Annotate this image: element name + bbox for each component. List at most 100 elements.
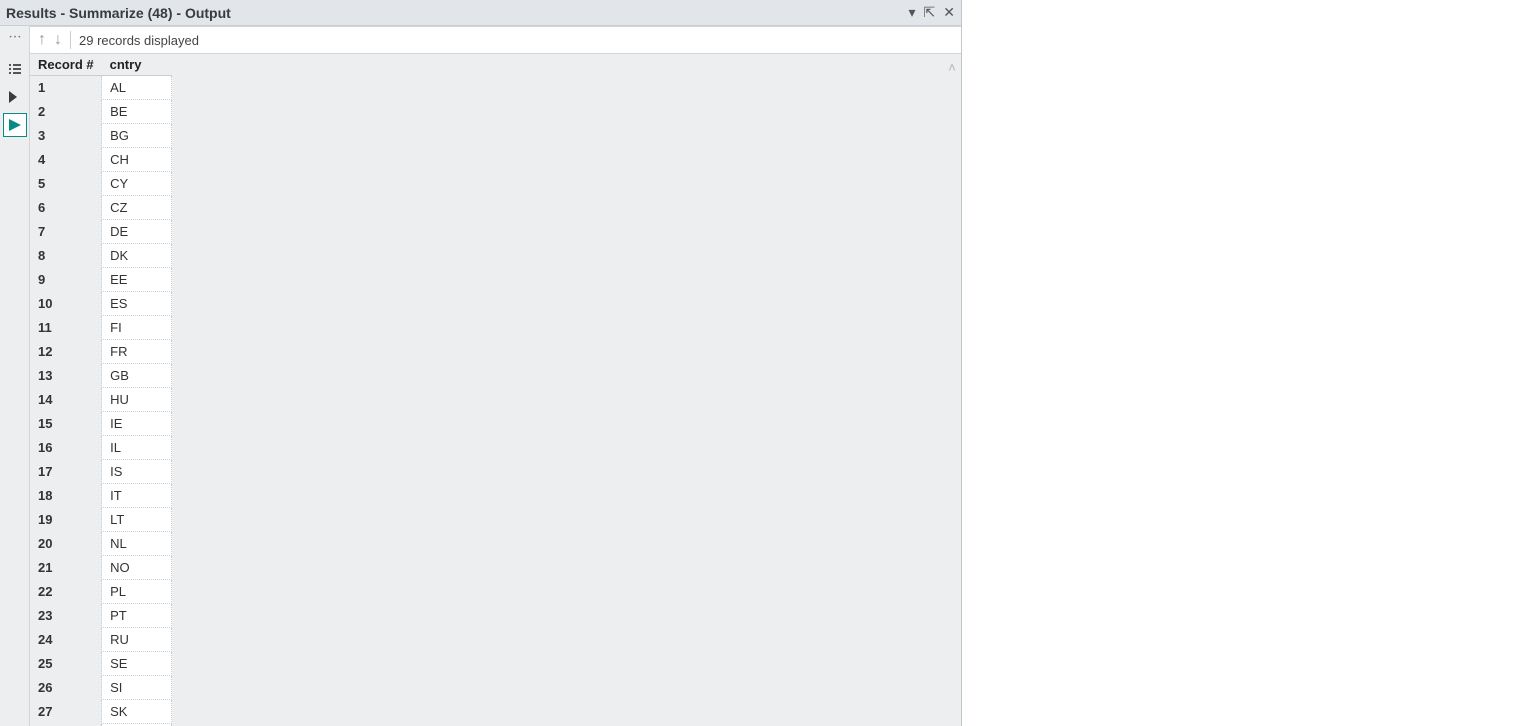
record-number-cell: 6 (30, 196, 102, 220)
cntry-cell[interactable]: NO (102, 556, 172, 580)
record-number-cell: 4 (30, 148, 102, 172)
panel-pin-icon[interactable]: ⇱ (924, 4, 936, 21)
cntry-cell[interactable]: IE (102, 412, 172, 436)
cntry-cell[interactable]: BE (102, 100, 172, 124)
workflow-canvas[interactable]: ESS6e02_1.sav (962, 0, 1529, 726)
table-row[interactable]: 18IT (30, 484, 172, 508)
results-panel: Results - Summarize (48) - Output ▾ ⇱ ✕ … (0, 0, 962, 726)
cntry-cell[interactable]: BG (102, 124, 172, 148)
cntry-cell[interactable]: FI (102, 316, 172, 340)
record-number-cell: 19 (30, 508, 102, 532)
record-number-cell: 3 (30, 124, 102, 148)
table-row[interactable]: 24RU (30, 628, 172, 652)
cntry-cell[interactable]: LT (102, 508, 172, 532)
record-number-cell: 12 (30, 340, 102, 364)
cntry-cell[interactable]: CY (102, 172, 172, 196)
cntry-cell[interactable]: AL (102, 76, 172, 100)
record-number-cell: 17 (30, 460, 102, 484)
table-row[interactable]: 21NO (30, 556, 172, 580)
record-number-cell: 27 (30, 700, 102, 724)
record-number-cell: 26 (30, 676, 102, 700)
record-number-cell: 20 (30, 532, 102, 556)
table-row[interactable]: 12FR (30, 340, 172, 364)
table-row[interactable]: 26SI (30, 676, 172, 700)
table-row[interactable]: 14HU (30, 388, 172, 412)
cntry-cell[interactable]: SI (102, 676, 172, 700)
table-row[interactable]: 15IE (30, 412, 172, 436)
cntry-cell[interactable]: CH (102, 148, 172, 172)
record-number-cell: 21 (30, 556, 102, 580)
table-row[interactable]: 20NL (30, 532, 172, 556)
table-row[interactable]: 19LT (30, 508, 172, 532)
cntry-cell[interactable]: FR (102, 340, 172, 364)
cntry-cell[interactable]: CZ (102, 196, 172, 220)
panel-dropdown-icon[interactable]: ▾ (909, 4, 916, 21)
cntry-cell[interactable]: IL (102, 436, 172, 460)
table-row[interactable]: 11FI (30, 316, 172, 340)
record-number-cell: 13 (30, 364, 102, 388)
cntry-cell[interactable]: HU (102, 388, 172, 412)
toolbar-separator (70, 31, 71, 49)
record-number-cell: 22 (30, 580, 102, 604)
table-row[interactable]: 13GB (30, 364, 172, 388)
cntry-cell[interactable]: EE (102, 268, 172, 292)
table-row[interactable]: 27SK (30, 700, 172, 724)
dots-icon[interactable] (4, 30, 26, 52)
table-row[interactable]: 7DE (30, 220, 172, 244)
sort-asc-icon[interactable]: ↑ (38, 31, 46, 49)
record-number-cell: 9 (30, 268, 102, 292)
cntry-cell[interactable]: GB (102, 364, 172, 388)
record-number-cell: 18 (30, 484, 102, 508)
record-number-cell: 23 (30, 604, 102, 628)
record-number-cell: 10 (30, 292, 102, 316)
table-row[interactable]: 1AL (30, 76, 172, 100)
table-row[interactable]: 2BE (30, 100, 172, 124)
cntry-cell[interactable]: SK (102, 700, 172, 724)
panel-close-icon[interactable]: ✕ (943, 4, 955, 21)
output-anchor-icon[interactable] (4, 114, 26, 136)
results-view-strip (0, 26, 30, 726)
scroll-up-caret-icon[interactable]: ˄ (943, 54, 961, 726)
table-row[interactable]: 16IL (30, 436, 172, 460)
record-number-cell: 5 (30, 172, 102, 196)
records-count-label: 29 records displayed (79, 33, 199, 48)
table-row[interactable]: 17IS (30, 460, 172, 484)
record-number-cell: 24 (30, 628, 102, 652)
table-row[interactable]: 8DK (30, 244, 172, 268)
cntry-cell[interactable]: SE (102, 652, 172, 676)
input-anchor-icon[interactable] (4, 86, 26, 108)
cntry-cell[interactable]: ES (102, 292, 172, 316)
cntry-cell[interactable]: IS (102, 460, 172, 484)
panel-title: Results - Summarize (48) - Output (6, 5, 909, 21)
table-row[interactable]: 6CZ (30, 196, 172, 220)
table-row[interactable]: 10ES (30, 292, 172, 316)
table-row[interactable]: 22PL (30, 580, 172, 604)
table-row[interactable]: 4CH (30, 148, 172, 172)
table-row[interactable]: 5CY (30, 172, 172, 196)
record-number-cell: 11 (30, 316, 102, 340)
list-view-icon[interactable] (4, 58, 26, 80)
table-row[interactable]: 3BG (30, 124, 172, 148)
results-table[interactable]: Record # cntry 1AL2BE3BG4CH5CY6CZ7DE8DK9… (30, 54, 172, 726)
cntry-cell[interactable]: DE (102, 220, 172, 244)
col-cntry-header[interactable]: cntry (102, 54, 172, 76)
record-number-cell: 1 (30, 76, 102, 100)
cntry-cell[interactable]: NL (102, 532, 172, 556)
panel-header: Results - Summarize (48) - Output ▾ ⇱ ✕ (0, 0, 961, 26)
record-number-cell: 14 (30, 388, 102, 412)
cntry-cell[interactable]: DK (102, 244, 172, 268)
record-number-cell: 2 (30, 100, 102, 124)
table-row[interactable]: 9EE (30, 268, 172, 292)
table-row[interactable]: 25SE (30, 652, 172, 676)
cntry-cell[interactable]: PL (102, 580, 172, 604)
cntry-cell[interactable]: RU (102, 628, 172, 652)
record-number-cell: 8 (30, 244, 102, 268)
table-row[interactable]: 23PT (30, 604, 172, 628)
record-number-cell: 7 (30, 220, 102, 244)
sort-desc-icon[interactable]: ↓ (54, 31, 62, 49)
results-toolbar: ↑ ↓ 29 records displayed (30, 26, 961, 54)
record-number-cell: 16 (30, 436, 102, 460)
col-record-header[interactable]: Record # (30, 54, 102, 76)
cntry-cell[interactable]: PT (102, 604, 172, 628)
cntry-cell[interactable]: IT (102, 484, 172, 508)
